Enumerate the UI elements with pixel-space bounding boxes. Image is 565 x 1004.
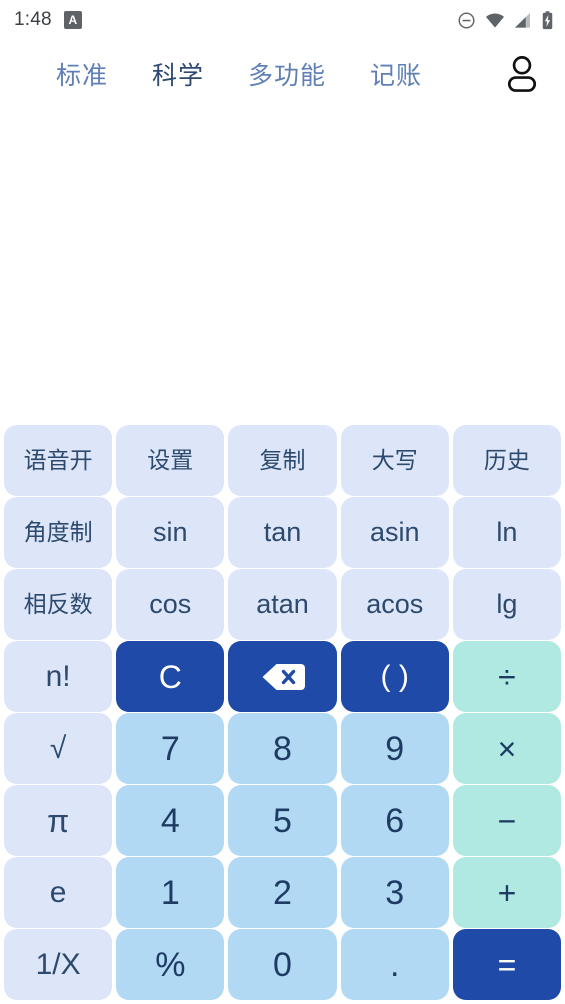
keypad-row: 角度制 sin tan asin ln bbox=[4, 497, 562, 568]
negate-key[interactable]: 相反数 bbox=[4, 569, 113, 640]
account-button[interactable] bbox=[499, 51, 545, 97]
digit-7-key[interactable]: 7 bbox=[116, 713, 225, 784]
keypad: 语音开 设置 复制 大写 历史 角度制 sin tan asin ln 相反数 … bbox=[0, 422, 565, 1004]
tab-accounting[interactable]: 记账 bbox=[348, 56, 444, 92]
digit-6-key[interactable]: 6 bbox=[340, 785, 449, 856]
minus-key[interactable]: − bbox=[452, 785, 562, 856]
status-bar: 1:48 A bbox=[0, 0, 565, 40]
factorial-key[interactable]: n! bbox=[4, 641, 113, 712]
copy-key[interactable]: 复制 bbox=[228, 425, 337, 496]
tan-key[interactable]: tan bbox=[228, 497, 337, 568]
multiply-key[interactable]: × bbox=[452, 713, 562, 784]
tab-list: 标准 科学 多功能 记账 bbox=[34, 56, 499, 92]
decimal-point-key[interactable]: . bbox=[340, 929, 449, 1000]
tab-multifunction[interactable]: 多功能 bbox=[226, 56, 348, 92]
app-notification-badge-icon: A bbox=[63, 11, 82, 29]
digit-9-key[interactable]: 9 bbox=[340, 713, 449, 784]
tab-bar: 标准 科学 多功能 记账 bbox=[0, 40, 565, 108]
square-root-key[interactable]: √ bbox=[4, 713, 113, 784]
atan-key[interactable]: atan bbox=[228, 569, 337, 640]
keypad-row: 语音开 设置 复制 大写 历史 bbox=[4, 425, 562, 496]
backspace-icon bbox=[262, 663, 305, 690]
plus-key[interactable]: + bbox=[452, 857, 562, 928]
status-bar-right bbox=[457, 10, 553, 30]
digit-1-key[interactable]: 1 bbox=[116, 857, 225, 928]
asin-key[interactable]: asin bbox=[340, 497, 449, 568]
account-person-icon bbox=[507, 56, 537, 92]
keypad-row: √ 7 8 9 × bbox=[4, 713, 562, 784]
digit-5-key[interactable]: 5 bbox=[228, 785, 337, 856]
voice-on-key[interactable]: 语音开 bbox=[4, 425, 113, 496]
keypad-row: 1/X % 0 . = bbox=[4, 929, 562, 1000]
keypad-row: 相反数 cos atan acos lg bbox=[4, 569, 562, 640]
keypad-row: e 1 2 3 + bbox=[4, 857, 562, 928]
percent-key[interactable]: % bbox=[116, 929, 225, 1000]
digit-2-key[interactable]: 2 bbox=[228, 857, 337, 928]
tab-scientific[interactable]: 科学 bbox=[130, 56, 226, 92]
cos-key[interactable]: cos bbox=[116, 569, 225, 640]
sin-key[interactable]: sin bbox=[116, 497, 225, 568]
digit-8-key[interactable]: 8 bbox=[228, 713, 337, 784]
cellular-signal-icon bbox=[515, 12, 530, 28]
status-bar-clock: 1:48 bbox=[14, 9, 52, 30]
lg-key[interactable]: lg bbox=[452, 569, 562, 640]
divide-key[interactable]: ÷ bbox=[452, 641, 562, 712]
euler-e-key[interactable]: e bbox=[4, 857, 113, 928]
calculator-display[interactable] bbox=[0, 108, 565, 422]
digit-3-key[interactable]: 3 bbox=[340, 857, 449, 928]
acos-key[interactable]: acos bbox=[340, 569, 449, 640]
history-key[interactable]: 历史 bbox=[452, 425, 562, 496]
keypad-row: π 4 5 6 − bbox=[4, 785, 562, 856]
ln-key[interactable]: ln bbox=[452, 497, 562, 568]
settings-key[interactable]: 设置 bbox=[116, 425, 225, 496]
battery-charging-icon bbox=[542, 10, 553, 29]
equals-key[interactable]: = bbox=[452, 929, 562, 1000]
uppercase-key[interactable]: 大写 bbox=[340, 425, 449, 496]
digit-0-key[interactable]: 0 bbox=[228, 929, 337, 1000]
tab-standard[interactable]: 标准 bbox=[34, 56, 130, 92]
reciprocal-key[interactable]: 1/X bbox=[4, 929, 113, 1000]
do-not-disturb-icon bbox=[458, 12, 475, 28]
angle-mode-key[interactable]: 角度制 bbox=[4, 497, 113, 568]
wifi-icon bbox=[486, 13, 504, 28]
backspace-key[interactable] bbox=[228, 641, 337, 712]
keypad-row: n! C ( ) ÷ bbox=[4, 641, 562, 712]
clear-key[interactable]: C bbox=[116, 641, 225, 712]
digit-4-key[interactable]: 4 bbox=[116, 785, 225, 856]
status-bar-left: 1:48 A bbox=[14, 9, 82, 31]
parentheses-key[interactable]: ( ) bbox=[340, 641, 449, 712]
pi-key[interactable]: π bbox=[4, 785, 113, 856]
calculator-app-screen: 1:48 A 标准 科学 多功能 记账 语音开 设置 复制 大写 历史 角度制 … bbox=[0, 0, 565, 1004]
